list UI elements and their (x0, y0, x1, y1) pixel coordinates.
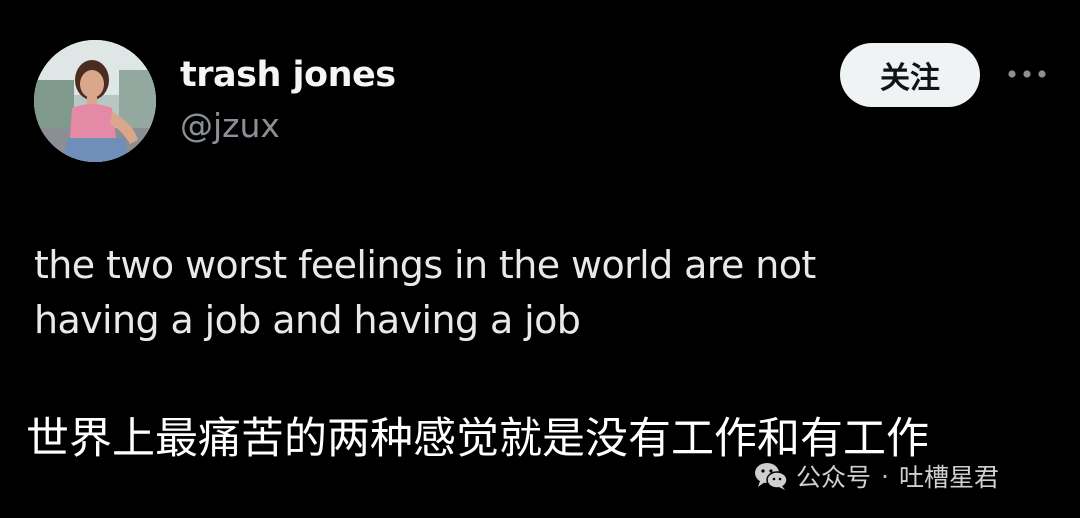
chinese-caption: 世界上最痛苦的两种感觉就是没有工作和有工作 (26, 414, 929, 464)
watermark-separator: · (881, 461, 889, 491)
follow-button[interactable]: 关注 (840, 43, 980, 107)
tweet-screenshot: trash jones @jzux 关注 the two worst feeli… (0, 0, 1080, 518)
watermark-account: 吐槽星君 (898, 463, 999, 492)
author-handle[interactable]: @jzux (180, 106, 280, 145)
tweet-text-line-1: the two worst feelings in the world are … (34, 243, 816, 287)
wechat-icon (755, 463, 788, 490)
watermark-label: 公众号 (796, 463, 872, 492)
more-horizontal-icon[interactable] (1005, 64, 1049, 84)
author-name[interactable]: trash jones (180, 55, 396, 95)
profile-photo (34, 40, 156, 162)
watermark: 公众号 · 吐槽星君 (754, 458, 999, 494)
avatar[interactable] (34, 40, 156, 162)
tweet-text: the two worst feelings in the world are … (34, 238, 1044, 348)
tweet-text-line-2: having a job and having a job (34, 298, 581, 342)
